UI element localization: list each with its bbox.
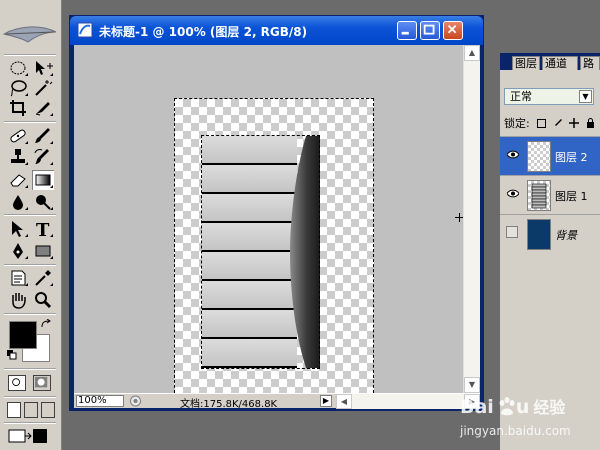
lock-position-icon[interactable]	[569, 118, 580, 128]
maximize-button[interactable]	[420, 21, 440, 40]
layer-thumbnail	[527, 180, 551, 211]
blend-mode-select[interactable]: 正常 ▼	[504, 88, 594, 105]
magic-wand-tool-icon[interactable]	[32, 78, 54, 98]
layer-row[interactable]: 图层 2	[500, 136, 600, 175]
layers-panel-tabs: 图层 通道 路	[500, 53, 600, 70]
lock-all-icon[interactable]	[586, 118, 595, 128]
slice-tool-icon[interactable]	[32, 98, 54, 118]
pen-tool-icon[interactable]	[7, 241, 29, 261]
screen-mode-menubar-button[interactable]	[24, 402, 38, 418]
chevron-down-icon[interactable]: ▼	[579, 90, 592, 103]
lock-row: 锁定:	[504, 115, 600, 130]
zoom-tool-icon[interactable]	[32, 290, 54, 310]
gradient-tool-icon[interactable]	[32, 170, 54, 190]
vertical-scrollbar[interactable]: ▲ ▼	[463, 45, 480, 393]
standard-mode-button[interactable]	[8, 375, 26, 391]
move-tool-icon[interactable]	[32, 58, 54, 78]
path-selection-tool-icon[interactable]	[7, 219, 29, 239]
dodge-tool-icon[interactable]	[32, 192, 54, 212]
tab-paths[interactable]: 路	[580, 56, 600, 70]
blur-tool-icon[interactable]	[7, 192, 29, 212]
close-button[interactable]	[443, 21, 463, 40]
crop-tool-icon[interactable]	[7, 98, 29, 118]
horizontal-scrollbar[interactable]: ◀ ▶	[336, 394, 480, 409]
layer-row[interactable]: 背景	[500, 214, 600, 253]
workspace-background	[484, 0, 500, 450]
jump-to-imageready-icon[interactable]	[7, 427, 51, 445]
history-brush-tool-icon[interactable]	[32, 147, 54, 167]
screen-mode-full-button[interactable]	[41, 402, 55, 418]
document-window: 未标题-1 @ 100% (图层 2, RGB/8) ▲ ▼ 100% 文档:1…	[69, 15, 484, 411]
close-icon	[447, 24, 457, 34]
swap-colors-icon[interactable]	[40, 319, 52, 329]
canvas-area[interactable]	[74, 45, 464, 398]
scroll-down-button[interactable]: ▼	[464, 377, 480, 393]
scroll-up-button[interactable]: ▲	[464, 45, 480, 61]
notes-tool-icon[interactable]	[7, 268, 29, 288]
photoshop-feather-logo	[2, 26, 57, 43]
layer-name: 图层 1	[555, 190, 588, 203]
lock-transparency-icon[interactable]	[537, 119, 547, 128]
minimize-button[interactable]	[397, 21, 417, 40]
document-canvas[interactable]	[174, 98, 374, 398]
status-bar: 100% 文档:175.8K/468.8K ▶ ◀ ▶	[74, 393, 480, 410]
brush-tool-icon[interactable]	[32, 126, 54, 146]
svg-text:T: T	[36, 220, 50, 239]
layer-thumbnail	[527, 141, 551, 172]
quick-mask-mode-button[interactable]	[33, 375, 51, 391]
document-size-label: 文档:175.8K/468.8K	[180, 399, 278, 410]
document-title: 未标题-1 @ 100% (图层 2, RGB/8)	[99, 25, 308, 39]
eye-icon[interactable]	[507, 189, 519, 198]
blend-mode-value: 正常	[510, 90, 532, 103]
clone-stamp-tool-icon[interactable]	[7, 147, 29, 167]
layer-row[interactable]: 图层 1	[500, 175, 600, 214]
layer-name: 图层 2	[555, 151, 588, 164]
status-info-icon[interactable]	[129, 395, 142, 407]
document-titlebar[interactable]: 未标题-1 @ 100% (图层 2, RGB/8)	[70, 16, 483, 45]
type-tool-icon[interactable]: T	[32, 219, 54, 239]
layer-name: 背景	[555, 229, 577, 242]
lasso-tool-icon[interactable]	[7, 78, 29, 98]
maximize-icon	[423, 24, 435, 35]
default-colors-icon[interactable]	[7, 350, 17, 360]
tab-channels[interactable]: 通道	[542, 56, 578, 70]
foreground-color-swatch[interactable]	[9, 321, 37, 349]
eye-icon[interactable]	[507, 150, 519, 159]
rectangle-tool-icon[interactable]	[32, 241, 54, 261]
lock-label: 锁定:	[504, 117, 530, 130]
minimize-icon	[401, 31, 409, 35]
zoom-field[interactable]: 100%	[76, 395, 124, 407]
eraser-tool-icon[interactable]	[7, 170, 29, 190]
layers-panel: 图层 通道 路 正常 ▼ 锁定: 图层 2 图层 1 背景	[500, 53, 600, 450]
toolbox: T	[0, 0, 62, 450]
layer-selection-marquee	[201, 135, 320, 369]
status-menu-arrow-icon[interactable]: ▶	[320, 395, 332, 407]
layer-thumbnail	[527, 219, 551, 250]
photoshop-document-icon	[77, 22, 93, 38]
eyedropper-tool-icon[interactable]	[32, 268, 54, 288]
scroll-left-button[interactable]: ◀	[336, 394, 352, 409]
healing-brush-tool-icon[interactable]	[7, 126, 29, 146]
screen-mode-standard-button[interactable]	[7, 402, 21, 418]
marquee-tool-icon[interactable]	[7, 58, 29, 78]
visibility-toggle[interactable]	[506, 226, 518, 238]
lock-pixels-icon[interactable]	[553, 118, 563, 128]
tab-layers[interactable]: 图层	[512, 56, 540, 70]
hand-tool-icon[interactable]	[7, 290, 29, 310]
scroll-right-button[interactable]: ▶	[464, 394, 480, 409]
